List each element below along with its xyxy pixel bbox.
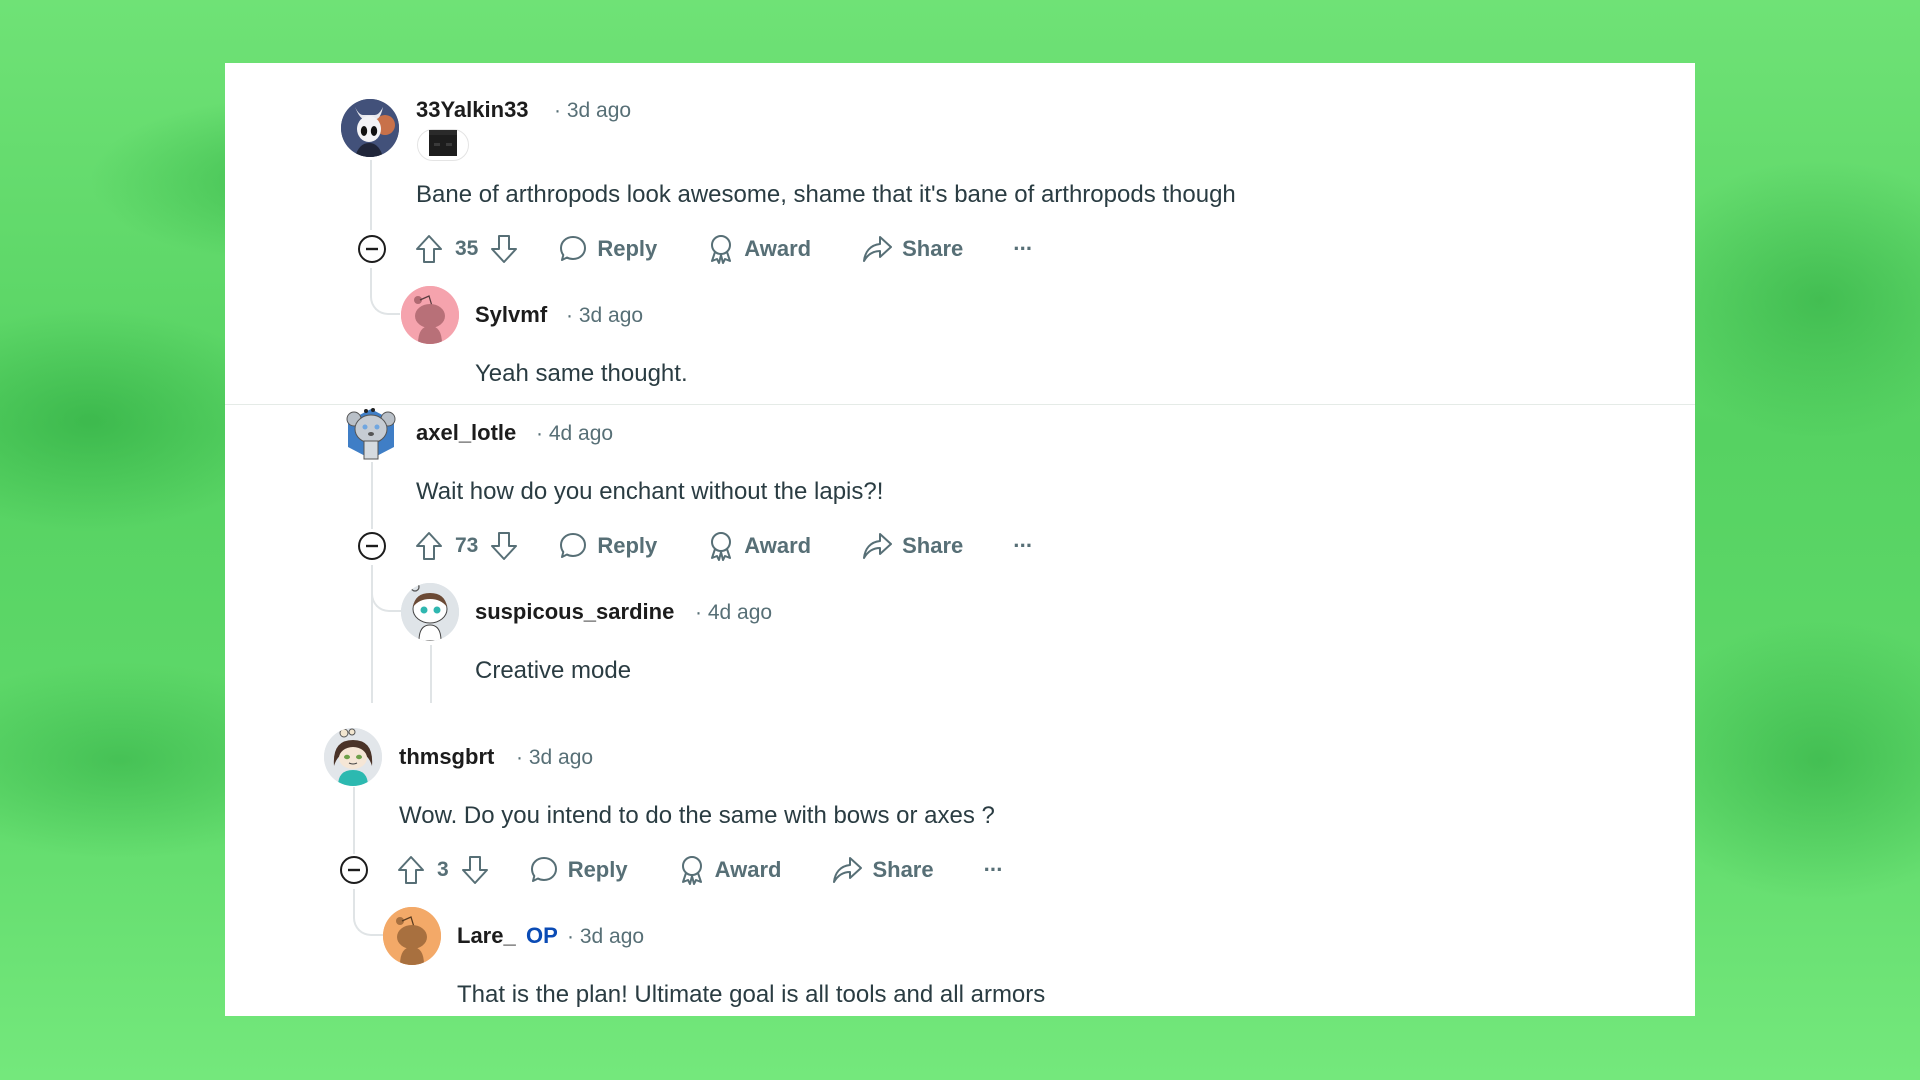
comment-body: Creative mode — [475, 657, 632, 684]
comment-body: Wait how do you enchant without the lapi… — [416, 478, 884, 505]
timestamp-text: 3d ago — [566, 99, 632, 122]
downvote-icon[interactable] — [490, 234, 518, 264]
thread-line — [371, 565, 401, 612]
comment-divider — [225, 404, 1695, 405]
upvote-icon[interactable] — [397, 855, 425, 885]
share-label: Share — [872, 857, 934, 882]
reply-button[interactable]: Reply — [558, 531, 657, 561]
share-arrow-icon — [831, 855, 863, 885]
separator: · — [554, 99, 561, 122]
share-arrow-icon — [861, 234, 893, 264]
award-ribbon-icon — [707, 530, 735, 562]
comment-action-bar: 35 Reply Award Share ··· — [357, 229, 1033, 269]
award-ribbon-icon — [707, 233, 735, 265]
vote-score: 35 — [455, 237, 479, 260]
comment-timestamp: · 4d ago — [536, 422, 613, 446]
comment-body: Yeah same thought. — [475, 360, 688, 387]
comment-author[interactable]: axel_lotle — [416, 420, 516, 446]
avatar[interactable] — [401, 583, 459, 641]
comment-body: That is the plan! Ultimate goal is all t… — [457, 981, 1046, 1008]
award-button[interactable]: Award — [707, 233, 811, 265]
more-options-icon[interactable]: ··· — [984, 857, 1004, 883]
avatar[interactable] — [383, 907, 441, 965]
comment-timestamp: · 3d ago — [516, 746, 593, 770]
separator: · — [516, 746, 523, 769]
comment-action-bar: 73 Reply Award Share ··· — [357, 526, 1033, 566]
op-badge: OP — [526, 923, 558, 948]
comment-author[interactable]: Sylvmf — [475, 302, 547, 328]
avatar[interactable] — [401, 286, 459, 344]
user-flair — [417, 129, 469, 161]
separator: · — [536, 422, 543, 445]
separator: · — [695, 601, 702, 624]
blocky-mob-face-icon — [429, 129, 457, 161]
award-label: Award — [714, 857, 782, 882]
downvote-icon[interactable] — [461, 855, 489, 885]
vote-score: 73 — [455, 534, 479, 557]
comment-bubble-icon — [558, 531, 588, 561]
comment-author[interactable]: suspicous_sardine — [475, 599, 674, 625]
comment-timestamp: · 4d ago — [695, 601, 772, 625]
separator: · — [566, 304, 573, 327]
share-label: Share — [902, 236, 964, 261]
comment-bubble-icon — [558, 234, 588, 264]
timestamp-text: 4d ago — [707, 601, 773, 624]
reply-button[interactable]: Reply — [558, 234, 657, 264]
share-button[interactable]: Share — [861, 531, 963, 561]
timestamp-text: 3d ago — [579, 925, 645, 948]
comment-author[interactable]: 33Yalkin33 — [416, 97, 529, 123]
thread-line — [353, 787, 355, 854]
avatar[interactable] — [324, 728, 382, 786]
thread-line — [371, 462, 373, 529]
avatar[interactable] — [342, 403, 400, 461]
share-arrow-icon — [861, 531, 893, 561]
comment-timestamp: · 3d ago — [566, 304, 643, 328]
share-button[interactable]: Share — [831, 855, 934, 885]
award-button[interactable]: Award — [707, 530, 811, 562]
reply-label: Reply — [597, 533, 658, 558]
thread-line — [353, 889, 383, 936]
more-options-icon[interactable]: ··· — [1013, 236, 1033, 262]
thread-line — [370, 268, 400, 315]
avatar[interactable] — [341, 99, 399, 157]
thread-line — [430, 645, 432, 703]
comment-action-bar: 3 Reply Award Share ··· — [339, 850, 1004, 890]
share-label: Share — [902, 533, 964, 558]
more-options-icon[interactable]: ··· — [1013, 533, 1033, 559]
reply-label: Reply — [567, 857, 628, 882]
upvote-icon[interactable] — [415, 234, 443, 264]
comment-timestamp: · 3d ago — [554, 99, 631, 123]
comment-body: Wow. Do you intend to do the same with b… — [399, 802, 995, 829]
comment-author[interactable]: thmsgbrt — [399, 744, 494, 770]
share-button[interactable]: Share — [861, 234, 963, 264]
timestamp-text: 3d ago — [578, 304, 644, 327]
comment-body: Bane of arthropods look awesome, shame t… — [416, 181, 1236, 208]
collapse-thread-icon[interactable] — [357, 234, 387, 264]
comment-bubble-icon — [529, 855, 559, 885]
award-label: Award — [744, 236, 812, 261]
timestamp-text: 3d ago — [528, 746, 594, 769]
upvote-icon[interactable] — [415, 531, 443, 561]
thread-line — [370, 160, 372, 230]
collapse-thread-icon[interactable] — [339, 855, 369, 885]
award-ribbon-icon — [678, 854, 706, 886]
vote-score: 3 — [437, 858, 449, 881]
timestamp-text: 4d ago — [548, 422, 614, 445]
collapse-thread-icon[interactable] — [357, 531, 387, 561]
separator: · — [567, 925, 574, 948]
reply-button[interactable]: Reply — [529, 855, 628, 885]
comment-author[interactable]: Lare_ — [457, 923, 516, 949]
reply-label: Reply — [597, 236, 658, 261]
comment-timestamp: · 3d ago — [567, 925, 644, 949]
award-label: Award — [744, 533, 812, 558]
award-button[interactable]: Award — [678, 854, 782, 886]
downvote-icon[interactable] — [490, 531, 518, 561]
